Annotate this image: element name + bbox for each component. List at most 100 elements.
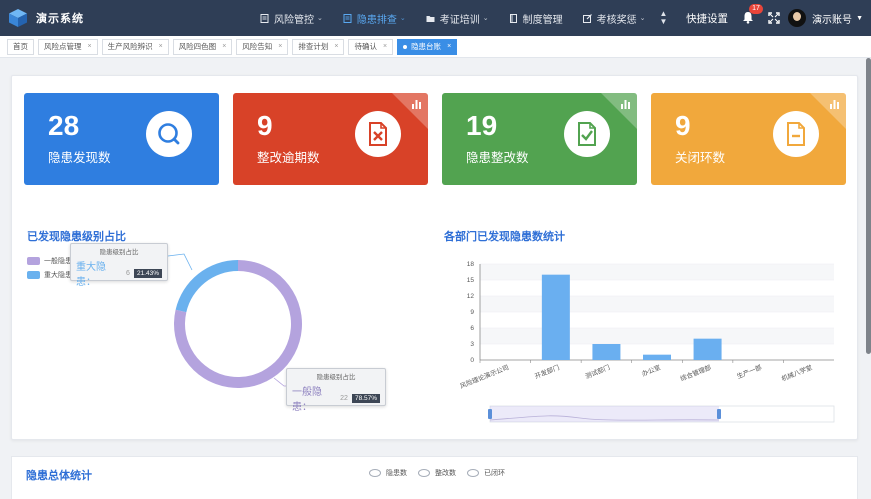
app-title: 演示系统 <box>36 13 84 25</box>
tooltip-title: 隐患级别占比 <box>99 249 139 256</box>
level-chart-legend: 一般隐患 重大隐患 <box>27 254 72 282</box>
legend-item-found[interactable]: 隐患数 <box>369 468 407 478</box>
legend-label: 整改数 <box>435 470 456 477</box>
legend-item-general[interactable]: 一般隐患 <box>27 254 72 268</box>
nav-scroll-arrows[interactable]: ▲ ▼ <box>660 0 668 36</box>
leader-line-major <box>167 253 193 271</box>
stat-card-icon-circle <box>146 111 192 157</box>
nav-item-label: 考证培训 <box>439 14 480 26</box>
tab-1[interactable]: 风险点管理 × <box>38 38 98 55</box>
tab-label: 待确认 <box>354 41 377 51</box>
close-icon[interactable]: × <box>222 40 226 54</box>
stat-card-rectified[interactable]: 19 隐患整改数 <box>442 93 637 185</box>
donut-slice-major[interactable] <box>175 260 238 313</box>
stat-card-icon-circle <box>564 111 610 157</box>
tooltip-percent: 21.43% <box>133 268 162 278</box>
nav-item-label: 风险管控 <box>274 14 314 26</box>
quick-settings-link[interactable]: 快捷设置 <box>686 11 728 26</box>
nav-item-2[interactable]: 考证培训 ⌄ <box>416 0 499 36</box>
tooltip-name: 重大隐患： <box>76 262 106 288</box>
edit-icon <box>582 13 597 23</box>
stat-card-closed[interactable]: 9 关闭环数 <box>651 93 846 185</box>
legend-swatch <box>27 257 40 265</box>
bar-1[interactable] <box>541 274 570 360</box>
tab-label: 隐患台账 <box>411 41 442 51</box>
legend-item-closed[interactable]: 已闭环 <box>467 468 505 478</box>
tab-7[interactable]: 隐患台账 × <box>397 38 458 55</box>
y-tick-label: 12 <box>467 293 475 300</box>
datazoom-handle-left[interactable] <box>488 409 492 419</box>
legend-label: 一般隐患 <box>44 258 72 265</box>
legend-swatch <box>27 271 40 279</box>
nav-item-0[interactable]: 风险管控 ⌄ <box>250 0 333 36</box>
datazoom-handle-right[interactable] <box>717 409 721 419</box>
bar-4[interactable] <box>693 338 722 360</box>
tab-2[interactable]: 生产风险辨识 × <box>101 38 169 55</box>
close-icon[interactable]: × <box>383 40 387 54</box>
x-tick-label: 测试部门 <box>584 363 611 381</box>
bar-chart-icon <box>830 100 839 109</box>
legend-item-rectified[interactable]: 整改数 <box>418 468 456 478</box>
x-tick-label: 办公室 <box>640 362 662 378</box>
user-name[interactable]: 演示账号 <box>812 11 852 26</box>
dashboard-panel: 28 隐患发现数 9 整改逾期数 19 隐患整改数 9 关闭环数 已发现隐患级别… <box>11 75 858 440</box>
overall-stats-legend: 隐患数 整改数 已闭环 <box>369 468 516 478</box>
tab-label: 排查计划 <box>298 41 329 51</box>
tab-0[interactable]: 首页 <box>7 38 34 55</box>
stat-card-label: 隐患发现数 <box>48 151 111 165</box>
y-tick-label: 9 <box>470 309 474 316</box>
doc-icon <box>260 13 274 23</box>
tab-6[interactable]: 待确认 × <box>348 38 394 55</box>
legend-line-icon <box>418 469 430 477</box>
user-avatar[interactable] <box>788 9 807 27</box>
stat-card-overdue[interactable]: 9 整改逾期数 <box>233 93 428 185</box>
page-tabs-bar: 首页 风险点管理 × 生产风险辨识 × 风险四色图 × 风险告知 × 排查计划 × 待确认 × 隐患台账 × <box>0 36 871 58</box>
tooltip-title: 隐患级别占比 <box>316 374 356 381</box>
tab-label: 风险点管理 <box>44 41 82 51</box>
nav-item-label: 制度管理 <box>522 14 563 26</box>
nav-item-3[interactable]: 制度管理 <box>499 0 573 36</box>
tab-3[interactable]: 风险四色图 × <box>172 38 233 55</box>
app-logo[interactable]: 演示系统 <box>0 8 250 28</box>
book-icon <box>509 13 523 23</box>
bar-2[interactable] <box>592 344 621 360</box>
scrollbar-thumb[interactable] <box>866 58 871 354</box>
dept-bar-chart: 0 3 6 9 12 15 18 风险理论演示公司 开发部门 测试部门 办公室 综合管理部 生产一部 机械… <box>458 261 835 423</box>
fullscreen-icon[interactable] <box>768 12 780 24</box>
nav-item-label: 隐患排查 <box>356 14 397 26</box>
user-dropdown-caret-icon[interactable]: ▼ <box>856 15 863 22</box>
tooltip-percent: 78.57% <box>351 393 380 403</box>
close-icon[interactable]: × <box>88 40 92 54</box>
nav-item-4[interactable]: 考核奖惩 ⌄ <box>573 0 656 36</box>
level-chart-title: 已发现隐患级别占比 <box>27 231 126 243</box>
bar-3[interactable] <box>643 354 671 360</box>
active-dot-icon <box>403 44 408 49</box>
stat-card-label: 关闭环数 <box>675 151 726 165</box>
tab-5[interactable]: 排查计划 × <box>292 38 345 55</box>
legend-line-icon <box>467 469 479 477</box>
close-icon[interactable]: × <box>334 40 338 54</box>
nav-item-1[interactable]: 隐患排查 ⌄ <box>333 0 416 36</box>
grid-band <box>480 328 834 344</box>
y-tick-label: 0 <box>470 357 474 364</box>
close-icon[interactable]: × <box>159 40 163 54</box>
minus-doc-icon <box>787 122 805 146</box>
tab-4[interactable]: 风险告知 × <box>236 38 289 55</box>
legend-label: 隐患数 <box>386 470 407 477</box>
arrow-down-icon[interactable]: ▼ <box>660 18 668 26</box>
stat-card-label: 整改逾期数 <box>257 151 320 165</box>
x-tick-label: 风险理论演示公司 <box>458 363 510 391</box>
notification-bell[interactable]: 17 <box>742 4 763 25</box>
page-scrollbar[interactable] <box>865 58 871 358</box>
legend-line-icon <box>369 469 381 477</box>
close-icon[interactable]: × <box>278 40 282 54</box>
close-icon[interactable]: × <box>447 40 451 54</box>
stat-card-value: 28 <box>48 110 80 141</box>
legend-item-major[interactable]: 重大隐患 <box>27 268 72 282</box>
x-doc-icon <box>369 122 387 146</box>
grid-band <box>480 296 834 312</box>
legend-label: 重大隐患 <box>44 272 72 279</box>
stat-card-found[interactable]: 28 隐患发现数 <box>24 93 219 185</box>
folder-icon <box>426 14 440 23</box>
stat-card-label: 隐患整改数 <box>466 151 529 165</box>
